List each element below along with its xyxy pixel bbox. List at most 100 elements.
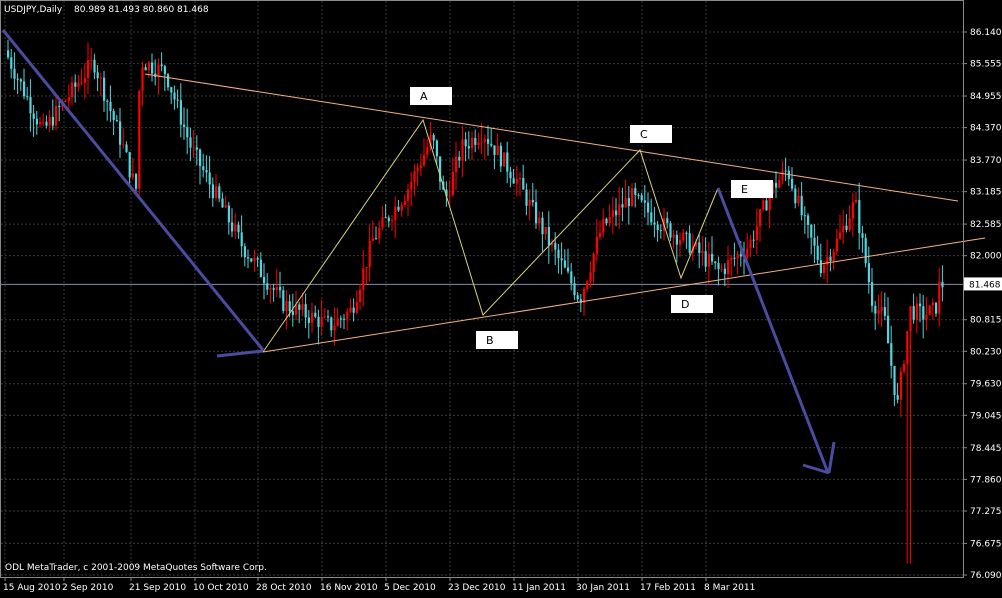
candle-body xyxy=(800,195,803,216)
candle-body xyxy=(199,149,202,167)
candle-body xyxy=(464,139,467,147)
candle-body xyxy=(624,198,627,208)
candle-body xyxy=(39,122,42,125)
candle-body xyxy=(141,67,144,91)
candle-body xyxy=(87,60,90,78)
candle-body xyxy=(397,206,400,211)
candle-body xyxy=(403,200,406,205)
candle-body xyxy=(400,204,403,211)
candle-body xyxy=(573,283,576,296)
candle-body xyxy=(189,137,192,148)
candle-body xyxy=(874,305,877,314)
candle-body xyxy=(419,165,422,169)
chart-window[interactable]: A B C D E 86.140 85.555 84.955 84.370 83.770 83.1… xyxy=(0,0,1002,594)
candle-body xyxy=(634,188,637,195)
candle-body xyxy=(522,178,525,190)
candle-body xyxy=(362,268,365,290)
candle-body xyxy=(215,186,218,199)
candle-body xyxy=(231,222,234,232)
candle-body xyxy=(883,307,886,316)
x-tick-label: 23 Dec 2010 xyxy=(448,583,506,593)
candle-body xyxy=(202,166,205,171)
wave-label-letter: D xyxy=(681,298,689,311)
candle-body xyxy=(45,121,48,126)
candle-body xyxy=(349,307,352,312)
candle-body xyxy=(839,232,842,239)
candle-body xyxy=(279,286,282,291)
candle-body xyxy=(355,302,358,313)
candle-body xyxy=(80,82,83,84)
y-tick-label: 78.445 xyxy=(970,444,1002,454)
candle-body xyxy=(448,195,451,197)
candle-body xyxy=(234,224,237,232)
candle-body xyxy=(330,317,333,331)
candle-body xyxy=(471,137,474,149)
candle-body xyxy=(112,110,115,121)
x-tick-label: 10 Oct 2010 xyxy=(193,583,249,593)
x-tick-label: 21 Sep 2010 xyxy=(129,583,186,593)
candle-body xyxy=(647,202,650,213)
candle-body xyxy=(915,303,918,320)
candle-body xyxy=(109,101,112,111)
y-tick-label: 76.675 xyxy=(970,539,1002,549)
price-chart[interactable]: A B C D E 86.140 85.555 84.955 84.370 83.770 83.1… xyxy=(0,0,1002,594)
candle-body xyxy=(688,233,691,253)
candle-body xyxy=(317,316,320,328)
candle-body xyxy=(285,301,288,312)
candle-body xyxy=(848,218,851,230)
candle-body xyxy=(826,256,829,265)
candle-body xyxy=(243,246,246,258)
candle-body xyxy=(352,307,355,313)
candle xyxy=(138,89,141,196)
candle-body xyxy=(394,206,397,221)
candle-body xyxy=(275,286,278,290)
candle-body xyxy=(435,140,438,157)
candle-body xyxy=(714,261,717,264)
candle-body xyxy=(10,57,13,69)
candle-body xyxy=(461,139,464,161)
wave-label-letter: B xyxy=(486,334,494,347)
candle-body xyxy=(208,172,211,185)
candle xyxy=(282,286,285,314)
candle-body xyxy=(323,316,326,318)
candle-body xyxy=(807,215,810,225)
candle-body xyxy=(387,217,390,222)
candle-body xyxy=(135,173,138,189)
candle-body xyxy=(170,87,173,93)
x-tick-label: 30 Jan 2011 xyxy=(576,583,630,593)
candle-body xyxy=(912,306,915,320)
candle-body xyxy=(506,152,509,172)
candle-body xyxy=(666,218,669,224)
candle-body xyxy=(365,267,368,269)
candle-body xyxy=(378,227,381,239)
candle-body xyxy=(919,303,922,307)
candle-body xyxy=(250,258,253,262)
candle-body xyxy=(640,195,643,201)
candle-body xyxy=(298,304,301,310)
candle-body xyxy=(237,224,240,233)
candle-body xyxy=(410,181,413,190)
candle-body xyxy=(451,172,454,196)
candle-body xyxy=(682,232,685,241)
chart-header-symbol: USDJPY,Daily xyxy=(4,5,63,15)
x-tick-label: 8 Mar 2011 xyxy=(704,583,755,593)
candle-body xyxy=(835,238,838,252)
candle-body xyxy=(621,204,624,208)
candle-body xyxy=(304,304,307,318)
candle-body xyxy=(192,147,195,149)
candle-body xyxy=(413,171,416,182)
candle-body xyxy=(333,325,336,331)
candle-body xyxy=(816,245,819,261)
candle-body xyxy=(160,64,163,67)
candle-body xyxy=(291,311,294,315)
candle-body xyxy=(746,248,749,258)
candle-body xyxy=(547,227,550,246)
candle-body xyxy=(938,281,941,314)
candle-body xyxy=(618,204,621,216)
candle-body xyxy=(935,302,938,314)
candle-body xyxy=(535,202,538,224)
candle-body xyxy=(7,50,10,58)
candle-body xyxy=(819,260,822,274)
candle-body xyxy=(755,226,758,241)
candle-body xyxy=(263,276,266,284)
